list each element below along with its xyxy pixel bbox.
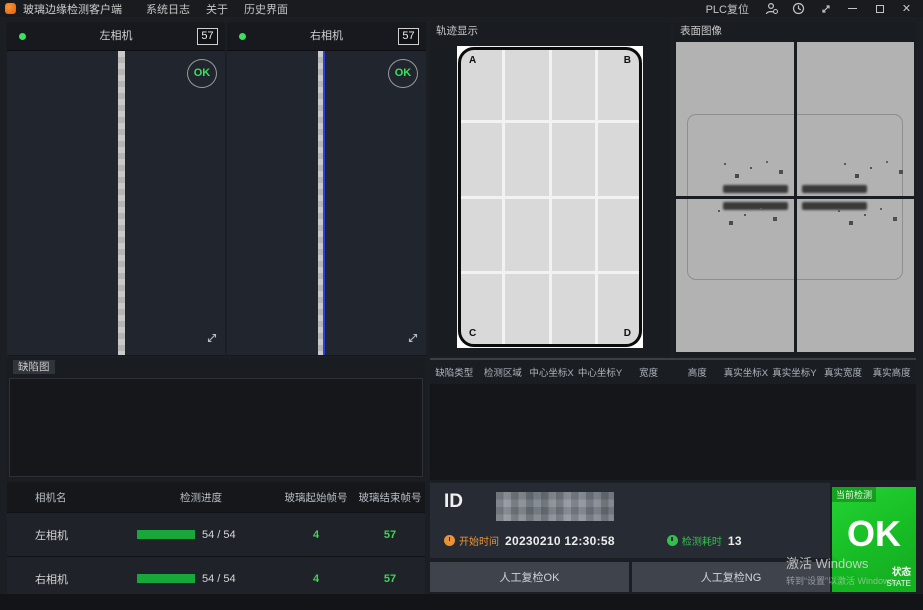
- bottom-strip: [0, 594, 923, 610]
- badge-corner-label: 当前检测: [832, 487, 876, 502]
- progress-text: 54 / 54: [202, 529, 236, 541]
- fullscreen-icon[interactable]: [819, 2, 832, 15]
- elapsed-label: 检测耗时: [682, 533, 722, 548]
- trajectory-title: 轨迹显示: [430, 22, 670, 40]
- col-detect-region: 检测区域: [479, 365, 528, 379]
- col-width: 宽度: [624, 365, 673, 379]
- col-real-y: 真实坐标Y: [770, 365, 819, 379]
- col-real-width: 真实宽度: [819, 365, 868, 379]
- plc-reset-button[interactable]: PLC复位: [706, 1, 749, 17]
- manual-recheck-ok-button[interactable]: 人工复检OK: [430, 562, 629, 592]
- result-info-panel: ID 开始时间 20230210 12:30:58 检测耗时 13: [430, 483, 830, 558]
- clock-icon: [667, 535, 678, 546]
- col-center-y: 中心坐标Y: [576, 365, 625, 379]
- badge-result-text: OK: [832, 513, 916, 555]
- corner-label-a: A: [469, 55, 476, 66]
- surface-image-panel: 表面图像: [674, 22, 916, 356]
- col-height: 高度: [673, 365, 722, 379]
- start-time-value: 20230210 12:30:58: [505, 534, 615, 548]
- start-time-label: 开始时间: [459, 533, 499, 548]
- col-start-frame: 玻璃起始帧号: [277, 490, 355, 505]
- corner-label-b: B: [624, 55, 631, 66]
- col-camera-name: 相机名: [7, 490, 125, 505]
- state-label-cn: 状态: [886, 568, 911, 579]
- end-frame-value: 57: [355, 573, 425, 585]
- menu-history[interactable]: 历史界面: [244, 1, 288, 17]
- elapsed-value: 13: [728, 534, 742, 548]
- glass-edge-strip: [118, 51, 125, 355]
- left-camera-name: 左相机: [7, 22, 225, 51]
- col-real-x: 真实坐标X: [722, 365, 771, 379]
- corner-label-d: D: [624, 328, 631, 339]
- col-progress: 检测进度: [125, 490, 277, 505]
- surface-image-bottom-left[interactable]: [676, 199, 794, 353]
- menu-system-log[interactable]: 系统日志: [146, 1, 190, 17]
- col-end-frame: 玻璃结束帧号: [355, 490, 425, 505]
- titlebar: 玻璃边缘检测客户端 系统日志 关于 历史界面 PLC复位 ✕: [0, 0, 923, 17]
- app-title: 玻璃边缘检测客户端: [23, 1, 122, 17]
- trajectory-panel: 轨迹显示 A B C D: [430, 22, 670, 356]
- start-frame-value: 4: [277, 573, 355, 585]
- camera-table-header: 相机名 检测进度 玻璃起始帧号 玻璃结束帧号: [7, 482, 425, 512]
- current-result-badge: 当前检测 OK 状态 STATE: [832, 487, 916, 592]
- app-window: 玻璃边缘检测客户端 系统日志 关于 历史界面 PLC复位 ✕ 左相机 57: [0, 0, 923, 610]
- right-camera-panel: 右相机 57 OK: [227, 22, 426, 356]
- defect-table-header: 缺陷类型 检测区域 中心坐标X 中心坐标Y 宽度 高度 真实坐标X 真实坐标Y …: [430, 358, 916, 384]
- left-camera-panel: 左相机 57 OK: [7, 22, 225, 356]
- right-camera-name: 右相机: [227, 22, 426, 51]
- menu-about[interactable]: 关于: [206, 1, 228, 17]
- expand-icon[interactable]: [206, 331, 218, 349]
- right-camera-image[interactable]: OK: [227, 51, 426, 355]
- surface-title: 表面图像: [674, 22, 916, 40]
- defect-image-title: 缺陷图: [13, 360, 55, 374]
- right-camera-header: 右相机 57: [227, 22, 426, 51]
- progress-text: 54 / 54: [202, 573, 236, 585]
- minimize-button[interactable]: [846, 2, 859, 15]
- start-frame-value: 4: [277, 529, 355, 541]
- camera-progress-table: 相机名 检测进度 玻璃起始帧号 玻璃结束帧号 左相机 54 / 54 4 57 …: [7, 482, 425, 602]
- clock-icon[interactable]: [792, 2, 805, 15]
- restore-button[interactable]: [873, 2, 886, 15]
- left-camera-result-badge: OK: [187, 59, 217, 88]
- right-camera-result-badge: OK: [388, 59, 418, 88]
- table-row[interactable]: 左相机 54 / 54 4 57: [7, 512, 425, 556]
- left-camera-image[interactable]: OK: [7, 51, 225, 355]
- badge-state-label: 状态 STATE: [886, 568, 911, 588]
- manual-recheck-ng-button[interactable]: 人工复检NG: [632, 562, 830, 592]
- result-meta: 开始时间 20230210 12:30:58 检测耗时 13: [444, 533, 742, 548]
- end-frame-value: 57: [355, 529, 425, 541]
- surface-image-top-left[interactable]: [676, 42, 794, 196]
- id-value-redacted: [496, 492, 614, 521]
- glass-map: A B C D: [457, 46, 643, 348]
- corner-label-c: C: [469, 328, 476, 339]
- user-icon[interactable]: [765, 2, 778, 15]
- defect-image-panel: 缺陷图: [7, 358, 425, 479]
- progress-bar: [137, 530, 195, 539]
- surface-image-top-right[interactable]: [797, 42, 915, 196]
- close-button[interactable]: ✕: [900, 2, 913, 15]
- left-camera-header: 左相机 57: [7, 22, 225, 51]
- clock-icon: [444, 535, 455, 546]
- col-center-x: 中心坐标X: [527, 365, 576, 379]
- surface-image-grid: [676, 42, 914, 352]
- progress-bar: [137, 574, 195, 583]
- surface-image-bottom-right[interactable]: [797, 199, 915, 353]
- camera-name: 右相机: [7, 571, 125, 587]
- expand-icon[interactable]: [407, 331, 419, 349]
- state-label-en: STATE: [886, 579, 911, 588]
- camera-name: 左相机: [7, 527, 125, 543]
- glass-edge-strip: [318, 51, 325, 355]
- defect-table-panel: 缺陷类型 检测区域 中心坐标X 中心坐标Y 宽度 高度 真实坐标X 真实坐标Y …: [430, 358, 916, 480]
- defect-image-area[interactable]: [9, 378, 423, 477]
- col-defect-type: 缺陷类型: [430, 365, 479, 379]
- defect-table-body[interactable]: [430, 384, 916, 478]
- right-camera-frame-counter: 57: [398, 28, 419, 45]
- id-label: ID: [444, 491, 463, 513]
- left-camera-frame-counter: 57: [197, 28, 218, 45]
- col-real-height: 真实高度: [867, 365, 916, 379]
- glass-outline: A B C D: [458, 47, 642, 347]
- app-icon: [5, 3, 16, 14]
